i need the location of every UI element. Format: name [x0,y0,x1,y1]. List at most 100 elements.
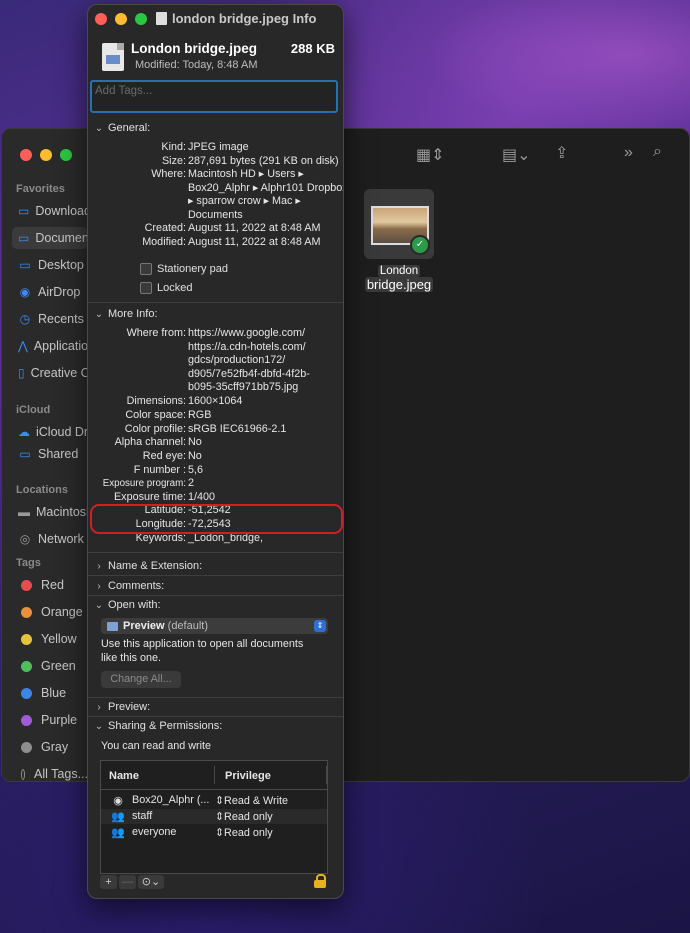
file-modified: Modified: Today, 8:48 AM [135,59,258,71]
disk-icon: ▬ [18,505,30,519]
divider [88,575,343,576]
locked-checkbox[interactable]: Locked [140,282,192,294]
open-with-select[interactable]: Preview (default) ⇕ [101,618,328,634]
tag-orange-icon [21,606,32,618]
action-menu-button[interactable]: ⊙⌄ [138,875,164,889]
preview-app-icon [107,621,118,631]
group-icon: 👥 [111,811,125,823]
sidebar-item-desktop[interactable]: ▭ Desktop [12,254,88,276]
open-with-description: Use this application to open all documen… [101,638,304,650]
permissions-toolbar: + — ⊙⌄ [100,874,328,892]
file-label[interactable]: London bridge.jpeg [364,264,434,293]
chevron-down-icon: ⌄ [94,599,104,611]
synced-check-icon: ✓ [410,235,430,255]
section-name-extension[interactable]: › Name & Extension: [94,560,202,572]
divider [88,716,343,717]
all-tags-icon [21,768,26,780]
add-user-button[interactable]: + [100,875,117,889]
folder-icon: ▭ [19,258,31,272]
jpeg-file-icon [102,43,124,71]
tag-blue-icon [21,687,32,699]
shared-folder-icon: ▭ [19,447,31,461]
everyone-icon: 👥 [111,827,125,839]
file-london-bridge[interactable]: ✓ [364,189,434,259]
minimize-button[interactable] [115,13,127,25]
file-icon: ▯ [18,366,25,380]
finder-traffic-lights [20,149,72,161]
section-sharing[interactable]: ⌄ Sharing & Permissions: [94,720,223,732]
chevron-right-icon: › [97,580,101,592]
zoom-button[interactable] [60,149,72,161]
tags-input[interactable]: Add Tags... [90,80,338,113]
clock-icon: ◷ [19,312,31,326]
file-size: 288 KB [290,41,335,56]
sidebar-item-creative-cloud[interactable]: ▯Creative Cloud Files [12,362,143,384]
col-privilege[interactable]: Privilege [225,770,271,782]
locations-header: Locations [16,484,68,496]
section-more-info[interactable]: ⌄ More Info: [94,308,158,320]
sidebar-item-documents[interactable]: ▭ Documents [12,227,99,249]
stationery-checkbox[interactable]: Stationery pad [140,263,228,275]
sidebar-tag-gray[interactable]: Gray [12,736,88,758]
sidebar-item-airdrop[interactable]: ◉ AirDrop [12,281,88,303]
sidebar-tag-purple[interactable]: Purple [12,709,88,731]
sidebar-tag-yellow[interactable]: Yellow [12,628,88,650]
col-name[interactable]: Name [109,770,139,782]
sidebar-item-downloads[interactable]: ▭ Downloads [12,200,97,222]
finder-sidebar: Favorites ▭ Downloads ▭ Documents ▭ Desktop… [2,129,143,781]
sidebar-item-applications[interactable]: ⋀ Applications [12,335,101,357]
close-button[interactable] [95,13,107,25]
sidebar-all-tags[interactable]: All Tags... [12,763,88,781]
table-row[interactable]: 👥 staff ⇕Read only [101,809,327,824]
minimize-button[interactable] [40,149,52,161]
remove-user-button[interactable]: — [119,875,136,889]
privilege-select[interactable]: ⇕Read only [215,810,273,823]
document-icon [156,12,167,25]
permissions-header: Name Privilege [101,761,327,790]
section-preview[interactable]: › Preview: [94,701,150,713]
change-all-button[interactable]: Change All... [101,671,181,688]
checkbox-icon [140,263,152,275]
sidebar-item-macintosh-hd[interactable]: ▬ Macintosh HD [12,501,115,523]
tag-green-icon [21,660,32,672]
view-grid-icon[interactable]: ▦⇕ [416,145,445,165]
tag-purple-icon [21,714,32,726]
tag-gray-icon [21,741,32,753]
tag-red-icon [21,579,32,591]
sidebar-tag-orange[interactable]: Orange [12,601,88,623]
sidebar-tag-green[interactable]: Green [12,655,88,677]
privilege-select[interactable]: ⇕Read & Write [215,794,288,807]
section-comments[interactable]: › Comments: [94,580,164,592]
group-by-icon[interactable]: ▤⌄ [502,145,531,165]
share-icon[interactable]: ⇪ [555,143,568,163]
search-icon[interactable]: ⌕ [653,143,662,161]
airdrop-icon: ◉ [19,285,31,299]
icloud-header: iCloud [16,404,51,416]
sidebar-item-icloud-drive[interactable]: ☁ iCloud Drive [12,421,104,443]
sidebar-item-network[interactable]: ◎ Network [12,528,88,550]
sidebar-tag-blue[interactable]: Blue [12,682,88,704]
divider [88,302,343,303]
sidebar-tag-red[interactable]: Red [12,574,88,596]
chevron-right-icon: › [97,701,101,713]
more-chevrons-icon[interactable]: » [624,144,633,162]
close-button[interactable] [20,149,32,161]
divider [88,552,343,553]
section-open-with[interactable]: ⌄ Open with: [94,599,161,611]
zoom-button[interactable] [135,13,147,25]
window-title: london bridge.jpeg Info [172,11,317,26]
privilege-select[interactable]: ⇕Read only [215,826,273,839]
divider [88,595,343,596]
file-name: London bridge.jpeg [131,41,257,56]
table-row[interactable]: 👥 everyone ⇕Read only [101,825,327,840]
section-general[interactable]: ⌄ General: [94,122,150,134]
applications-icon: ⋀ [18,339,28,353]
sidebar-item-recents[interactable]: ◷ Recents [12,308,88,330]
lock-icon[interactable] [314,874,326,888]
sidebar-item-shared[interactable]: ▭ Shared [12,443,88,465]
table-row[interactable]: ◉ Box20_Alphr (... ⇕Read & Write [101,793,327,808]
favorites-header: Favorites [16,183,65,195]
chevron-down-icon: ⌄ [94,720,104,732]
cloud-icon: ☁ [18,425,30,439]
divider [88,697,343,698]
